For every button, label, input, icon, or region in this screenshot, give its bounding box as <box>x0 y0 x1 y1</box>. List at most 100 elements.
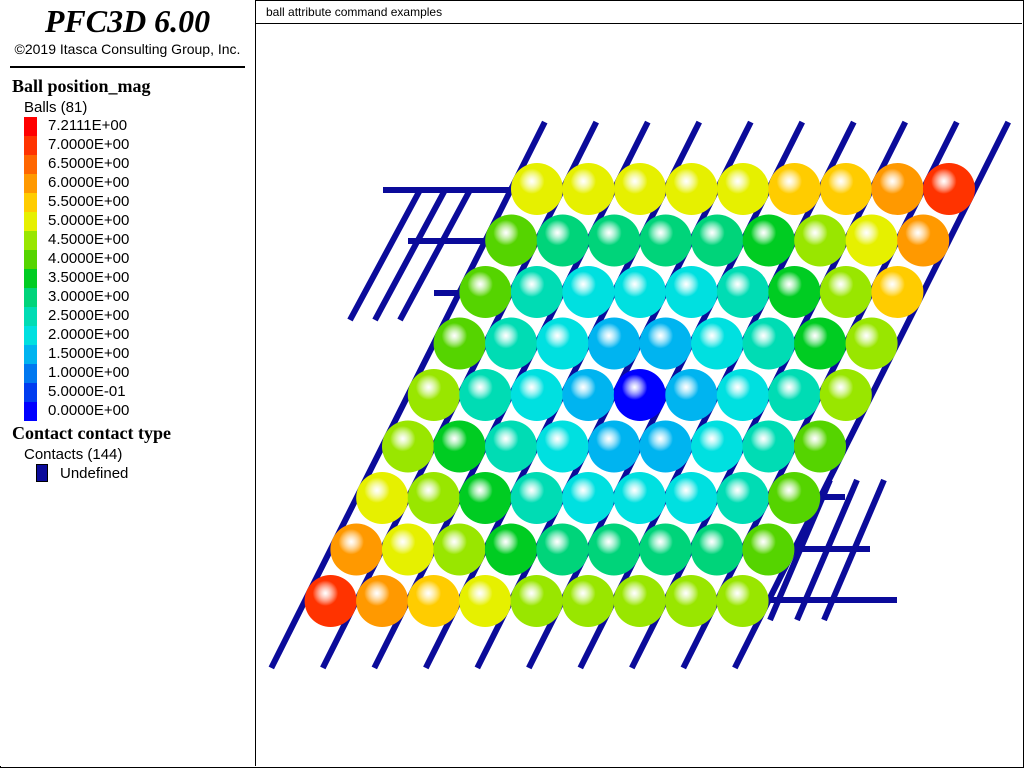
ball <box>742 317 795 370</box>
color-scale-label: 1.5000E+00 <box>48 345 130 362</box>
ball <box>768 266 821 318</box>
color-scale-label: 6.5000E+00 <box>48 155 130 172</box>
ball <box>923 163 975 215</box>
color-scale-swatch <box>24 326 37 345</box>
ball <box>768 369 821 421</box>
ball <box>510 472 563 524</box>
ball <box>871 266 924 318</box>
ball-legend-title: Ball position_mag <box>12 76 151 96</box>
ball <box>562 575 615 627</box>
color-scale-label: 4.5000E+00 <box>48 231 130 248</box>
ball <box>588 420 640 473</box>
color-scale-swatch <box>24 117 37 136</box>
color-scale-swatch <box>24 364 37 383</box>
legend-panel: PFC3D 6.00 ©2019 Itasca Consulting Group… <box>0 0 256 766</box>
ball <box>742 214 795 267</box>
title-divider <box>10 66 245 68</box>
ball <box>485 214 538 267</box>
ball <box>407 575 460 627</box>
color-scale-swatch <box>24 212 37 231</box>
ball <box>510 266 563 318</box>
ball <box>665 163 718 215</box>
ball <box>382 420 434 473</box>
ball <box>562 369 615 421</box>
ball <box>536 214 589 267</box>
color-scale-swatch <box>24 231 37 250</box>
ball <box>330 523 383 576</box>
ball-count-label: Balls (81) <box>24 99 88 116</box>
color-scale-swatch <box>24 174 37 193</box>
ball <box>433 523 486 576</box>
ball <box>536 420 589 473</box>
ball <box>794 317 847 370</box>
contact-type-label: Undefined <box>60 465 129 482</box>
ball <box>690 523 743 576</box>
color-scale-swatch <box>24 193 37 212</box>
ball <box>717 163 769 215</box>
color-scale-label: 7.2111E+00 <box>48 117 128 134</box>
ball <box>794 420 846 473</box>
ball <box>691 214 744 267</box>
ball <box>485 420 537 473</box>
color-scale-swatch <box>24 136 37 155</box>
ball <box>665 575 718 627</box>
ball <box>356 575 409 627</box>
ball <box>742 523 795 576</box>
ball <box>639 523 692 576</box>
ball <box>407 472 460 524</box>
ball <box>510 575 563 627</box>
color-scale-swatch <box>24 288 37 307</box>
ball <box>459 369 512 421</box>
color-scale-label: 3.0000E+00 <box>48 288 130 305</box>
ball <box>511 163 563 215</box>
ball <box>639 317 692 370</box>
color-scale-label: 2.5000E+00 <box>48 307 130 324</box>
ball <box>794 214 847 267</box>
color-scale-label: 4.0000E+00 <box>48 250 130 267</box>
ball <box>613 472 666 524</box>
color-scale-label: 2.0000E+00 <box>48 326 130 343</box>
plot-title: ball attribute command examples <box>256 0 1022 24</box>
ball <box>484 523 537 576</box>
color-scale-swatch <box>24 269 37 288</box>
color-scale-label: 5.0000E+00 <box>48 212 130 229</box>
ball <box>639 420 692 473</box>
ball <box>459 472 512 524</box>
color-scale-swatch <box>24 402 37 421</box>
ball <box>562 266 615 318</box>
color-scale-swatch <box>24 250 37 269</box>
color-scale-label: 6.0000E+00 <box>48 174 130 191</box>
ball <box>433 420 486 473</box>
3d-viewport[interactable] <box>256 25 1022 766</box>
ball <box>665 472 718 524</box>
ball <box>819 266 872 318</box>
ball <box>691 420 743 473</box>
color-scale-label: 0.0000E+00 <box>48 402 130 419</box>
ball <box>691 317 744 370</box>
ball <box>433 317 486 370</box>
ball <box>845 214 898 267</box>
ball <box>716 266 769 318</box>
ball <box>742 420 795 473</box>
color-scale-swatch <box>24 383 37 402</box>
color-scale-swatch <box>24 345 37 364</box>
ball <box>485 317 538 370</box>
ball <box>407 369 460 421</box>
ball <box>768 472 821 524</box>
color-scale-label: 3.5000E+00 <box>48 269 130 286</box>
color-scale-swatch <box>24 155 37 174</box>
color-scale-label: 5.5000E+00 <box>48 193 130 210</box>
ball <box>356 472 409 524</box>
ball <box>716 472 769 524</box>
ball <box>897 214 950 267</box>
ball <box>845 317 898 370</box>
ball <box>613 266 666 318</box>
ball <box>510 369 563 421</box>
contact-count-label: Contacts (144) <box>24 446 123 463</box>
product-title: PFC3D 6.00 <box>44 3 211 39</box>
ball <box>871 163 924 215</box>
ball <box>536 317 589 370</box>
ball <box>459 266 512 318</box>
ball <box>716 575 769 627</box>
ball <box>716 369 769 421</box>
